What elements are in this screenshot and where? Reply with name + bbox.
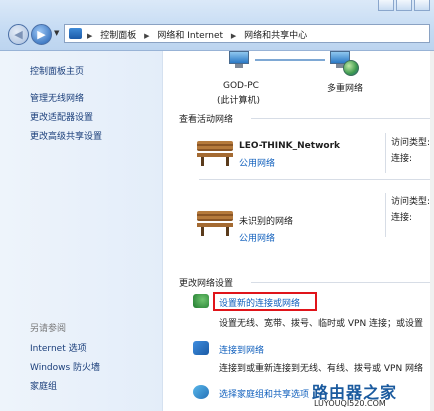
scrollbar[interactable]: [430, 51, 434, 411]
chevron-right-icon[interactable]: ▶: [144, 32, 149, 40]
close-button[interactable]: [414, 0, 430, 11]
watermark-url: LUYOUQI520.COM: [314, 399, 386, 408]
see-also-heading: 另请参阅: [30, 324, 67, 334]
pc-name: GOD-PC: [223, 81, 259, 91]
breadcrumb-item[interactable]: 控制面板: [100, 31, 136, 41]
address-bar[interactable]: ▶ 控制面板 ▶ 网络和 Internet ▶ 网络和共享中心: [64, 24, 430, 43]
network-name: 多重网络: [327, 84, 364, 94]
network-2-access-label: 访问类型:: [391, 197, 431, 207]
network-divider: [199, 179, 434, 180]
network-1-type-link[interactable]: 公用网络: [239, 156, 275, 169]
network-2-connection-label: 连接:: [391, 213, 413, 223]
network-2-name: 未识别的网络: [239, 217, 294, 227]
network-1-access-label: 访问类型:: [391, 138, 431, 148]
sidebar-link-internet-options[interactable]: Internet 选项: [30, 341, 87, 354]
breadcrumb-item[interactable]: 网络和共享中心: [244, 31, 307, 41]
watermark-logo: 路由器之家 LUYOUQI520.COM: [312, 379, 434, 411]
sidebar-link-firewall[interactable]: Windows 防火墙: [30, 360, 100, 373]
pc-subtitle: (此计算机): [217, 96, 261, 106]
breadcrumb-item[interactable]: 网络和 Internet: [157, 31, 223, 41]
public-network-bench-icon: [197, 139, 233, 167]
section-divider: [251, 118, 434, 119]
connect-network-icon: [193, 341, 209, 355]
back-arrow-icon[interactable]: ◀: [8, 24, 29, 45]
column-divider: [385, 193, 386, 237]
sidebar-home-link[interactable]: 控制面板主页: [30, 64, 84, 77]
active-networks-heading: 查看活动网络: [179, 115, 234, 125]
sidebar-link-homegroup[interactable]: 家庭组: [30, 379, 57, 392]
chevron-right-icon[interactable]: ▶: [231, 32, 236, 40]
connect-to-network-desc: 连接到或重新连接到无线、有线、拨号或 VPN 网络: [219, 364, 424, 374]
network-2-type-link[interactable]: 公用网络: [239, 231, 275, 244]
maximize-button[interactable]: [396, 0, 412, 11]
public-network-bench-icon: [197, 209, 233, 237]
navigation-bar: ◀ ▶ ▼ ▶ 控制面板 ▶ 网络和 Internet ▶ 网络和共享中心: [0, 0, 434, 51]
sidebar-link-adapter-settings[interactable]: 更改适配器设置: [30, 110, 93, 123]
control-panel-icon: [69, 28, 82, 39]
sidebar-link-advanced-sharing[interactable]: 更改高级共享设置: [30, 129, 102, 142]
computer-icon[interactable]: [227, 51, 251, 69]
setup-new-connection-desc: 设置无线、宽带、拨号、临时或 VPN 连接；或设置: [219, 319, 424, 329]
network-1-connection-label: 连接:: [391, 154, 413, 164]
sidebar: 控制面板主页 管理无线网络 更改适配器设置 更改高级共享设置 另请参阅 Inte…: [0, 51, 163, 411]
change-settings-heading: 更改网络设置: [179, 279, 234, 289]
sidebar-link-manage-wireless[interactable]: 管理无线网络: [30, 91, 84, 104]
connect-to-network-link[interactable]: 连接到网络: [219, 343, 264, 356]
network-1-name: LEO-THINK_Network: [239, 141, 340, 151]
setup-new-connection-link[interactable]: 设置新的连接或网络: [219, 296, 300, 309]
forward-arrow-icon[interactable]: ▶: [31, 24, 52, 45]
globe-icon: [343, 60, 359, 76]
homegroup-icon: [193, 385, 209, 399]
homegroup-sharing-link[interactable]: 选择家庭组和共享选项: [219, 387, 309, 400]
recent-pages-dropdown-icon[interactable]: ▼: [54, 29, 59, 37]
main-content: GOD-PC (此计算机) 多重网络 查看活动网络 LEO-THINK_Netw…: [163, 51, 434, 411]
connection-line: [255, 59, 325, 61]
section-divider: [251, 282, 434, 283]
minimize-button[interactable]: [378, 0, 394, 11]
column-divider: [385, 133, 386, 173]
window-controls: [376, 0, 430, 12]
chevron-right-icon[interactable]: ▶: [87, 32, 92, 40]
new-connection-icon: [193, 294, 209, 308]
breadcrumb: ▶ 控制面板 ▶ 网络和 Internet ▶ 网络和共享中心: [87, 28, 307, 41]
